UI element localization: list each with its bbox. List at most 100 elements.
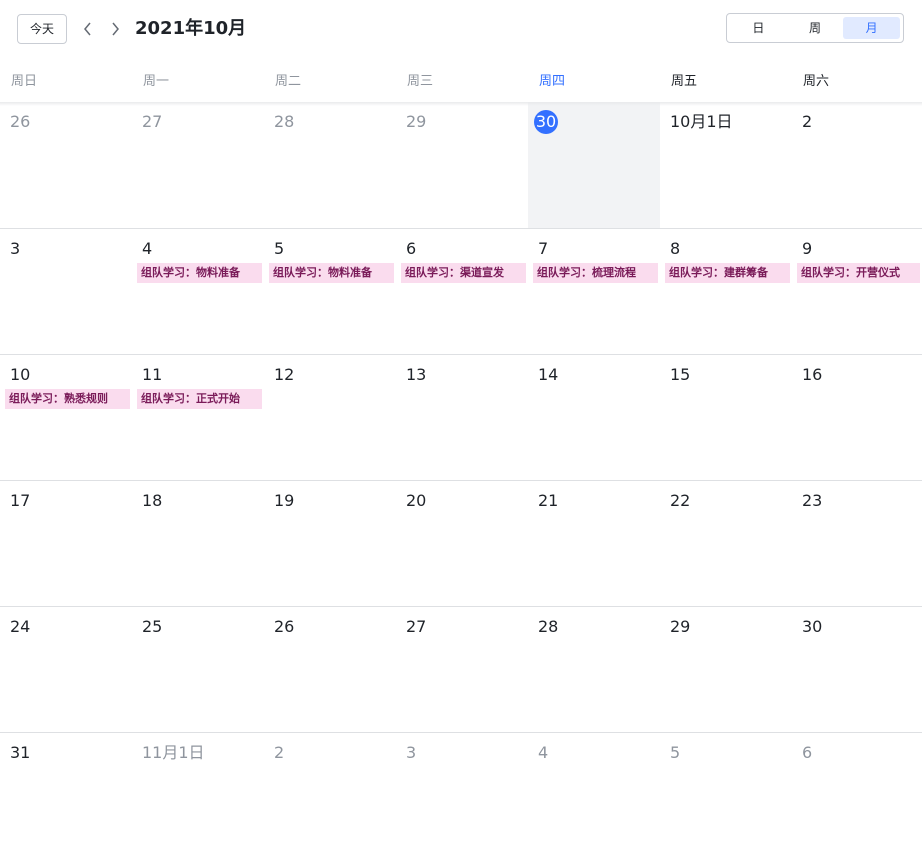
- day-cell[interactable]: 26: [264, 607, 396, 732]
- date-number: 9: [802, 239, 813, 258]
- chevron-left-icon: [84, 22, 91, 36]
- day-cell[interactable]: 23: [792, 481, 922, 606]
- day-cell[interactable]: 16: [792, 355, 922, 480]
- date-number: 28: [538, 617, 559, 636]
- date-number: 23: [802, 491, 823, 510]
- date-number: 2: [274, 743, 285, 762]
- weekday-label: 周一: [143, 74, 170, 89]
- day-cell[interactable]: 18: [132, 481, 264, 606]
- event-chip[interactable]: 组队学习：熟悉规则: [5, 389, 130, 409]
- day-cell[interactable]: 28: [528, 607, 660, 732]
- day-cell[interactable]: 29: [660, 607, 792, 732]
- date-number: 26: [274, 617, 295, 636]
- day-cell[interactable]: 10月1日: [660, 102, 792, 228]
- date-number: 3: [406, 743, 417, 762]
- day-cell[interactable]: 4 组队学习：物料准备: [132, 229, 264, 354]
- day-cell[interactable]: 29: [396, 102, 528, 228]
- day-cell[interactable]: 4: [528, 733, 660, 852]
- day-cell[interactable]: 22: [660, 481, 792, 606]
- date-number: 7: [538, 239, 549, 258]
- day-cell[interactable]: 19: [264, 481, 396, 606]
- date-number: 4: [142, 239, 153, 258]
- day-cell[interactable]: 17: [0, 481, 132, 606]
- day-cell[interactable]: 27: [396, 607, 528, 732]
- date-number: 10: [10, 365, 31, 384]
- date-number: 5: [274, 239, 285, 258]
- week-row: 3 4 组队学习：物料准备 5 组队学习：物料准备 6 组队学习：渠道宣发 7 组队学习：梳理流…: [0, 228, 922, 354]
- weekday-label: 周二: [275, 74, 302, 89]
- day-cell[interactable]: 31: [0, 733, 132, 852]
- date-number: 10月1日: [670, 112, 733, 131]
- date-number: 8: [670, 239, 681, 258]
- day-cell[interactable]: 11月1日: [132, 733, 264, 852]
- date-number: 12: [274, 365, 295, 384]
- event-chip[interactable]: 组队学习：渠道宣发: [401, 263, 526, 283]
- day-cell[interactable]: 15: [660, 355, 792, 480]
- day-cell[interactable]: 25: [132, 607, 264, 732]
- date-number: 20: [406, 491, 427, 510]
- date-number: 29: [670, 617, 691, 636]
- event-chip[interactable]: 组队学习：开营仪式: [797, 263, 920, 283]
- today-date-number: 30: [534, 110, 558, 134]
- date-number: 3: [10, 239, 21, 258]
- date-number: 13: [406, 365, 427, 384]
- date-number: 5: [670, 743, 681, 762]
- calendar-toolbar: 今天 2021年10月 日 周 月: [0, 0, 922, 62]
- previous-month-button[interactable]: [79, 19, 97, 39]
- weekday-label: 周三: [407, 74, 434, 89]
- header-divider: [0, 102, 922, 106]
- day-cell[interactable]: 5: [660, 733, 792, 852]
- event-chip[interactable]: 组队学习：梳理流程: [533, 263, 658, 283]
- view-day-option[interactable]: 日: [730, 17, 787, 39]
- date-number: 28: [274, 112, 295, 131]
- day-cell[interactable]: 12: [264, 355, 396, 480]
- day-cell[interactable]: 11 组队学习：正式开始: [132, 355, 264, 480]
- date-number: 6: [406, 239, 417, 258]
- day-cell[interactable]: 3: [0, 229, 132, 354]
- today-button[interactable]: 今天: [17, 14, 67, 44]
- weekday-label: 周六: [803, 74, 830, 89]
- week-row: 10 组队学习：熟悉规则 11 组队学习：正式开始 12 13 14 15 16: [0, 354, 922, 480]
- event-chip[interactable]: 组队学习：建群筹备: [665, 263, 790, 283]
- day-cell[interactable]: 30: [792, 607, 922, 732]
- day-cell[interactable]: 24: [0, 607, 132, 732]
- weekday-label: 周五: [671, 74, 698, 89]
- date-number: 31: [10, 743, 31, 762]
- date-number: 22: [670, 491, 691, 510]
- month-grid: 26 27 28 29 30 10月1日 2 3 4 组队学习：物料准备 5 组队学习：物料准备 6 组队…: [0, 102, 922, 852]
- day-cell[interactable]: 5 组队学习：物料准备: [264, 229, 396, 354]
- week-row: 24 25 26 27 28 29 30: [0, 606, 922, 732]
- event-chip[interactable]: 组队学习：正式开始: [137, 389, 262, 409]
- day-cell[interactable]: 9 组队学习：开营仪式: [792, 229, 922, 354]
- day-cell[interactable]: 21: [528, 481, 660, 606]
- event-chip[interactable]: 组队学习：物料准备: [269, 263, 394, 283]
- day-cell[interactable]: 20: [396, 481, 528, 606]
- day-cell[interactable]: 26: [0, 102, 132, 228]
- day-cell[interactable]: 6 组队学习：渠道宣发: [396, 229, 528, 354]
- event-chip[interactable]: 组队学习：物料准备: [137, 263, 262, 283]
- day-cell[interactable]: 2: [264, 733, 396, 852]
- day-cell[interactable]: 2: [792, 102, 922, 228]
- day-cell[interactable]: 7 组队学习：梳理流程: [528, 229, 660, 354]
- week-row: 31 11月1日 2 3 4 5 6: [0, 732, 922, 852]
- day-cell[interactable]: 27: [132, 102, 264, 228]
- date-number: 30: [802, 617, 823, 636]
- day-cell[interactable]: 8 组队学习：建群筹备: [660, 229, 792, 354]
- view-month-option[interactable]: 月: [843, 17, 901, 39]
- date-number: 6: [802, 743, 813, 762]
- day-cell[interactable]: 10 组队学习：熟悉规则: [0, 355, 132, 480]
- weekday-label: 周四: [539, 74, 566, 89]
- week-row: 17 18 19 20 21 22 23: [0, 480, 922, 606]
- day-cell[interactable]: 6: [792, 733, 922, 852]
- weekday-label: 周日: [11, 74, 38, 89]
- date-number: 25: [142, 617, 163, 636]
- day-cell[interactable]: 28: [264, 102, 396, 228]
- next-month-button[interactable]: [106, 19, 124, 39]
- day-cell[interactable]: 14: [528, 355, 660, 480]
- day-cell[interactable]: 30: [528, 102, 660, 228]
- view-week-option[interactable]: 周: [787, 17, 844, 39]
- date-number: 2: [802, 112, 813, 131]
- date-number: 21: [538, 491, 559, 510]
- day-cell[interactable]: 3: [396, 733, 528, 852]
- day-cell[interactable]: 13: [396, 355, 528, 480]
